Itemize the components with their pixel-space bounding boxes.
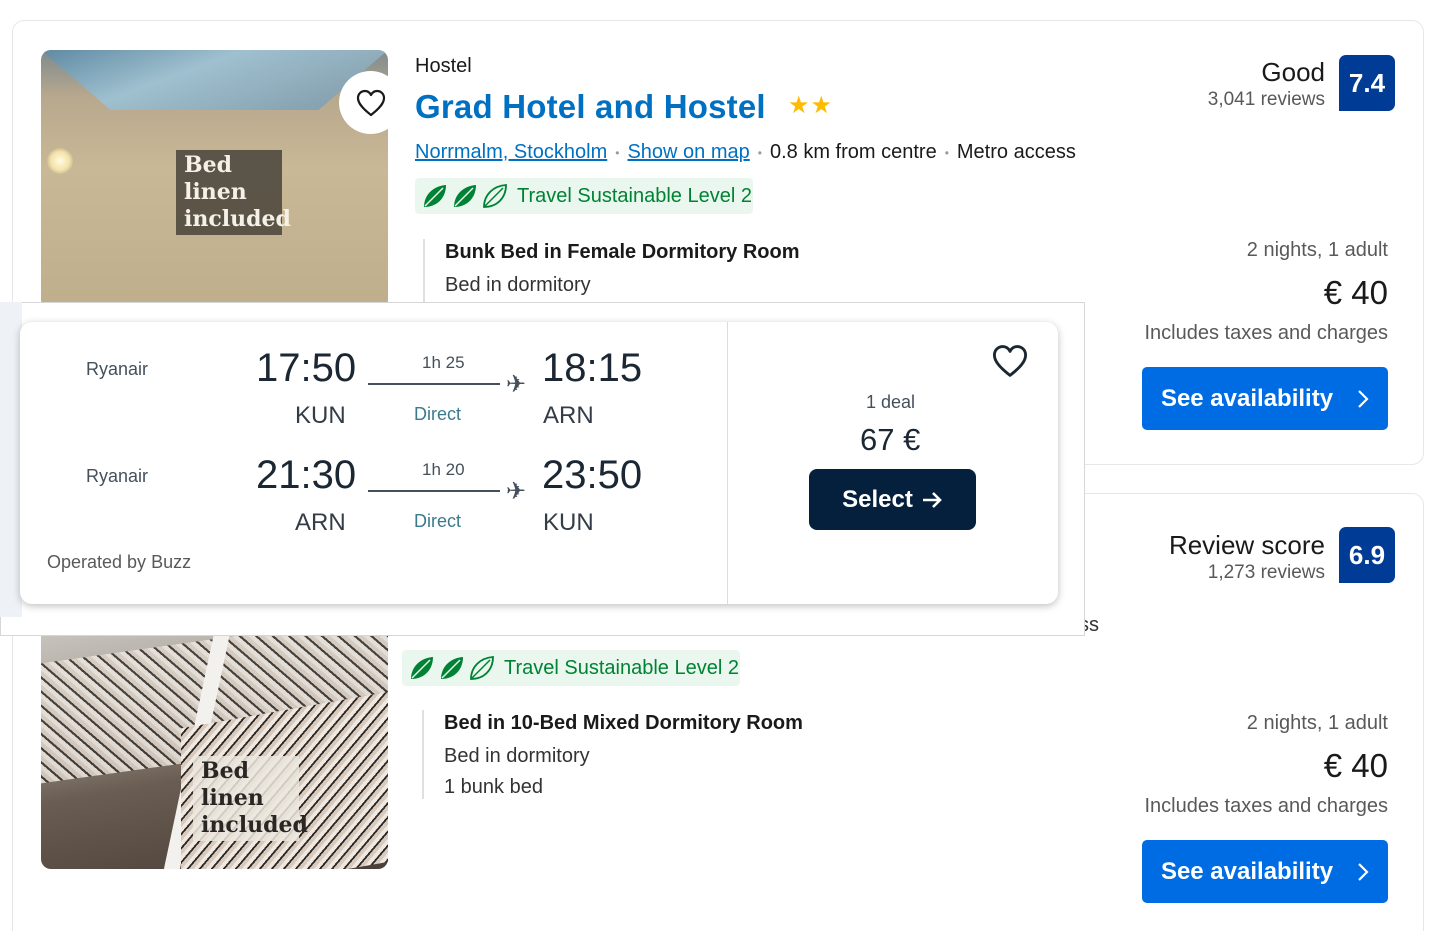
arrow-right-icon: [922, 491, 942, 508]
review-count: 1,273 reviews: [1207, 562, 1325, 583]
heart-icon: [356, 89, 385, 116]
sustainability-label: Travel Sustainable Level 2: [504, 656, 739, 679]
plane-icon: ✈: [506, 371, 527, 398]
see-availability-label: See availability: [1160, 857, 1334, 885]
room-type: Bed in dormitory: [445, 274, 591, 296]
leaf-icon: [441, 657, 463, 679]
access-text: Metro access: [956, 141, 1076, 163]
review-score-badge[interactable]: 6.9: [1339, 527, 1395, 583]
location-row: Norrmalm, Stockholm • Show on map • 0.8 …: [415, 141, 1076, 164]
room-info: Bed in 10-Bed Mixed Dormitory Room Bed i…: [422, 710, 803, 799]
property-type: Hostel: [415, 55, 472, 77]
photo-label: Bed linen included: [176, 150, 291, 235]
taxes-note: Includes taxes and charges: [1144, 795, 1389, 817]
room-type: Bed in dormitory: [444, 745, 590, 767]
photo-label: Bed linen included: [193, 756, 308, 841]
photo-label-text: Bed linen included: [184, 152, 291, 232]
photo-label-text: Bed linen included: [201, 758, 308, 838]
deal-count: 1 deal: [866, 392, 916, 412]
separator-dot: •: [757, 145, 762, 160]
room-name: Bunk Bed in Female Dormitory Room: [445, 241, 800, 263]
review-score-word: Review score: [1168, 530, 1325, 560]
heart-icon: [992, 345, 1028, 377]
leaf-outline-icon: [483, 184, 507, 208]
carrier-name: Ryanair: [86, 359, 149, 379]
see-availability-button[interactable]: See availability: [1142, 367, 1388, 430]
route-line: [368, 383, 500, 385]
leaf-outline-icon: [470, 656, 494, 680]
distance-text: 0.8 km from centre: [769, 141, 937, 163]
location-link[interactable]: Norrmalm, Stockholm: [415, 141, 607, 164]
price-block: 2 nights, 1 adult € 40 Includes taxes an…: [1145, 712, 1389, 818]
leaf-icon: [454, 185, 476, 207]
photo-lamp: [47, 148, 73, 174]
flight-duration: 1h 25: [422, 353, 465, 372]
chevron-right-icon: [1358, 862, 1369, 881]
departure-time: 21:30: [256, 453, 357, 497]
card-divider: [727, 322, 728, 604]
review-score-word: Good: [1261, 57, 1325, 87]
arrival-time: 23:50: [542, 453, 643, 497]
separator-dot: •: [944, 145, 949, 160]
save-favorite-button[interactable]: [339, 71, 388, 134]
chevron-right-icon: [1358, 389, 1369, 408]
hotel-name-link[interactable]: Grad Hotel and Hostel: [415, 88, 766, 126]
star-rating: ★★: [788, 92, 834, 119]
taxes-note: Includes taxes and charges: [1144, 322, 1389, 344]
sustainability-label: Travel Sustainable Level 2: [517, 184, 752, 207]
review-score-badge[interactable]: 7.4: [1339, 55, 1395, 111]
arrival-airport: KUN: [543, 509, 594, 536]
leaf-icon: [411, 657, 433, 679]
stops-label: Direct: [414, 511, 462, 531]
save-flight-button[interactable]: [992, 344, 1028, 383]
separator-dot: •: [615, 145, 620, 160]
bed-configuration: 1 bunk bed: [444, 776, 543, 798]
sustainability-badge[interactable]: Travel Sustainable Level 2: [402, 650, 740, 686]
review-count: 3,041 reviews: [1207, 89, 1325, 110]
carrier-name: Ryanair: [86, 466, 149, 486]
departure-airport: KUN: [295, 402, 346, 429]
price-block: 2 nights, 1 adult € 40 Includes taxes an…: [1145, 239, 1389, 345]
stay-length: 2 nights, 1 adult: [1246, 712, 1388, 734]
operated-by: Operated by Buzz: [47, 552, 192, 572]
sustainability-badge[interactable]: Travel Sustainable Level 2: [415, 178, 753, 214]
stay-length: 2 nights, 1 adult: [1246, 239, 1388, 261]
hotel-photo[interactable]: Bed linen included: [41, 50, 388, 310]
departure-airport: ARN: [295, 509, 346, 536]
stops-label: Direct: [414, 404, 462, 424]
see-availability-label: See availability: [1160, 384, 1334, 412]
departure-time: 17:50: [256, 346, 357, 390]
flight-result-card[interactable]: Ryanair 17:50 KUN 1h 25 ✈ Direct 18:15 A…: [20, 322, 1058, 604]
see-availability-button[interactable]: See availability: [1142, 840, 1388, 903]
price: € 40: [1323, 747, 1388, 784]
room-name: Bed in 10-Bed Mixed Dormitory Room: [444, 712, 803, 734]
photo-skylight: [41, 50, 388, 110]
leaf-icon: [424, 185, 446, 207]
select-label: Select: [842, 485, 913, 513]
hotel-photo[interactable]: Bed linen included: [41, 614, 388, 869]
price: € 40: [1323, 274, 1388, 311]
flight-duration: 1h 20: [422, 460, 465, 479]
select-button[interactable]: Select: [809, 469, 976, 530]
show-on-map-link[interactable]: Show on map: [627, 141, 749, 164]
overlay-edge: [0, 302, 22, 617]
plane-icon: ✈: [506, 478, 527, 505]
arrival-time: 18:15: [542, 346, 643, 390]
flight-price: 67 €: [860, 422, 921, 457]
arrival-airport: ARN: [543, 402, 594, 429]
route-line: [368, 490, 500, 492]
